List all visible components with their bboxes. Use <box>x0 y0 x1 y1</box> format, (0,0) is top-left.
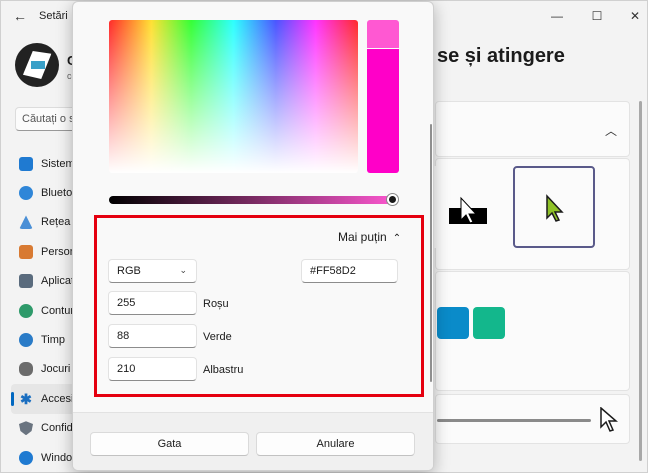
green-label: Verde <box>203 331 232 343</box>
green-input[interactable]: 88 <box>108 324 197 348</box>
previous-color-preview <box>367 49 399 173</box>
blue-input[interactable]: 210 <box>108 357 197 381</box>
blue-label: Albastru <box>203 364 244 376</box>
less-button-label: Mai puțin <box>338 230 387 244</box>
less-button[interactable]: Mai puțin ⌃ <box>338 230 401 244</box>
color-picker-dialog: Mai puțin ⌃ RGB ⌄ #FF58D2 255 Roșu 88 Ver… <box>72 1 434 471</box>
cancel-button[interactable]: Anulare <box>256 432 415 456</box>
red-label: Roșu <box>203 298 229 310</box>
dialog-scrollbar[interactable] <box>430 124 432 382</box>
chevron-up-icon: ⌃ <box>392 233 402 244</box>
hex-input[interactable]: #FF58D2 <box>301 259 398 283</box>
dialog-footer: Gata Anulare <box>73 412 433 470</box>
brightness-slider-thumb[interactable] <box>387 194 398 205</box>
chevron-down-icon: ⌄ <box>179 265 187 275</box>
color-spectrum[interactable] <box>109 20 358 173</box>
red-input[interactable]: 255 <box>108 291 197 315</box>
color-mode-value: RGB <box>117 265 141 277</box>
selected-color-preview <box>367 20 399 48</box>
color-mode-select[interactable]: RGB ⌄ <box>108 259 197 283</box>
brightness-slider[interactable] <box>109 196 398 204</box>
done-button[interactable]: Gata <box>90 432 249 456</box>
